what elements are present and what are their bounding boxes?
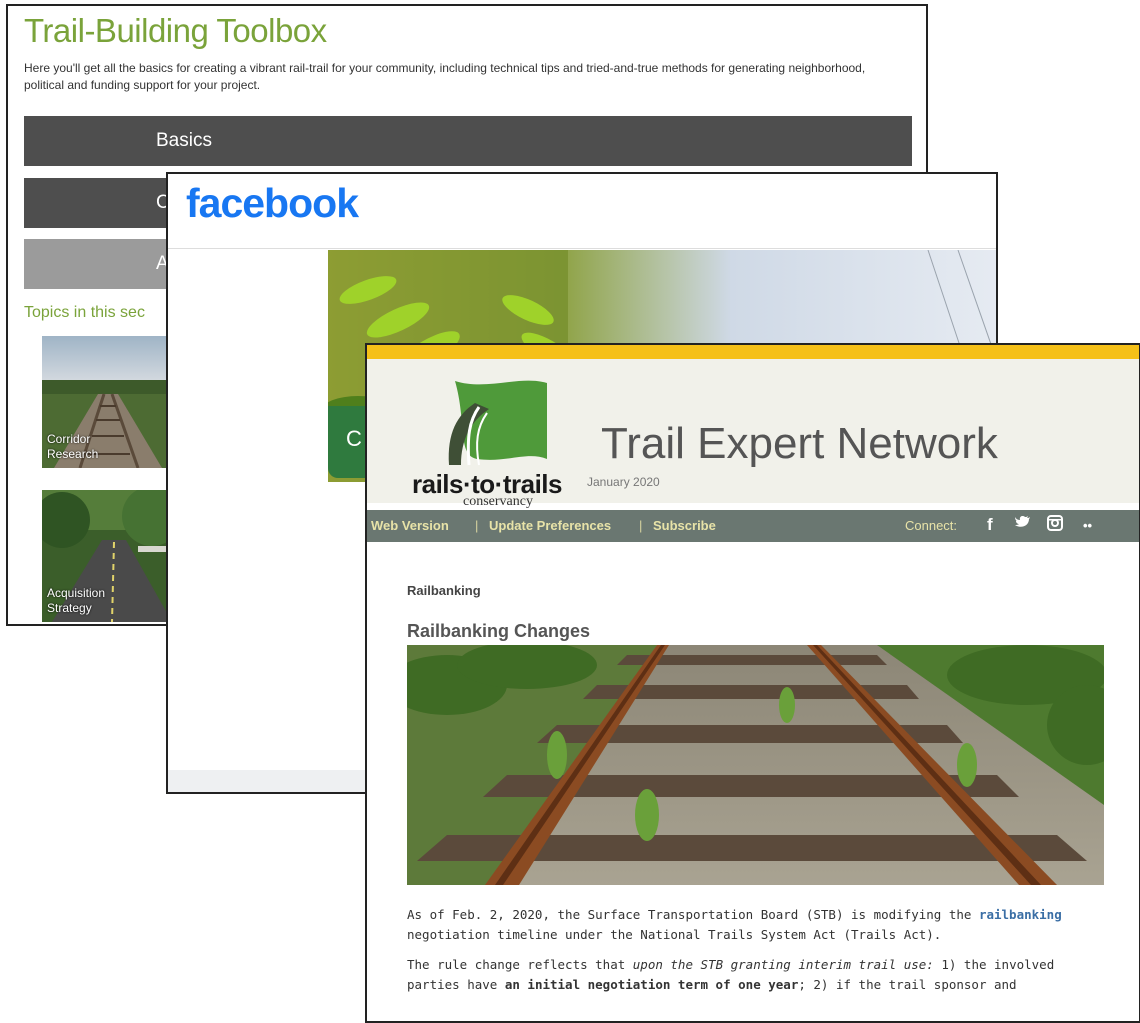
article-paragraph-1: As of Feb. 2, 2020, the Surface Transpor… [407,905,1107,945]
corridor-research-label: Corridor Research [47,432,99,461]
newsletter-window: rails·to·trails conservancy Trail Expert… [365,343,1140,1023]
twitter-icon[interactable] [1015,515,1031,533]
newsletter-title: Trail Expert Network [601,419,998,468]
connect-label: Connect: [905,518,958,533]
topics-heading: Topics in this sec [24,304,145,321]
article-headline: Railbanking Changes [407,621,591,641]
web-version-link[interactable]: Web Version [371,518,449,533]
update-preferences-link[interactable]: Update Preferences [489,518,611,533]
newsletter-accent-bar [367,345,1139,359]
nav-separator: | [639,518,643,533]
para2-text-e: ; 2) if the trail sponsor and [798,977,1017,992]
acquisition-strategy-thumbnail[interactable]: Acquisition Strategy [42,490,174,622]
action-button-letter: C [346,426,362,451]
newsletter-header: rails·to·trails conservancy Trail Expert… [367,359,1139,509]
basics-label: Basics [156,130,212,151]
facebook-header: facebook [168,174,996,249]
acquisition-strategy-label: Acquisition Strategy [47,586,106,615]
toolbox-title: Trail-Building Toolbox [24,12,327,49]
corridor-research-thumbnail[interactable]: Corridor Research [42,336,174,468]
railbanking-link[interactable]: railbanking [979,907,1062,922]
newsletter-date: January 2020 [587,475,660,489]
instagram-icon[interactable] [1047,515,1063,536]
basics-accordion-bar[interactable]: Basics [24,116,912,166]
article-paragraph-2: The rule change reflects that upon the S… [407,955,1107,995]
para1-text-before: As of Feb. 2, 2020, the Surface Transpor… [407,907,979,922]
railroad-tracks-photo [407,645,1104,885]
twitter-bird-shape [1015,516,1030,527]
toolbox-description: Here you'll get all the basics for creat… [24,61,866,92]
rusty-rails-image [407,645,1104,885]
flickr-icon[interactable]: •• [1083,518,1092,533]
subscribe-link[interactable]: Subscribe [653,518,716,533]
para1-text-after: negotiation timeline under the National … [407,927,942,942]
para2-bold: an initial negotiation term of one year [504,977,799,992]
brand-subtitle: conservancy [463,494,533,509]
facebook-logo[interactable]: facebook [186,180,359,227]
para2-italic: upon the STB granting interim trail use: [632,957,934,972]
facebook-icon[interactable]: f [987,515,993,535]
instagram-camera-shape [1047,515,1063,531]
para2-text-a: The rule change reflects that [407,957,633,972]
trail-flag-icon [448,380,547,466]
nav-separator: | [475,518,479,533]
newsletter-nav-bar: Web Version | Update Preferences | Subsc… [367,510,1139,542]
section-label: Railbanking [407,583,481,598]
